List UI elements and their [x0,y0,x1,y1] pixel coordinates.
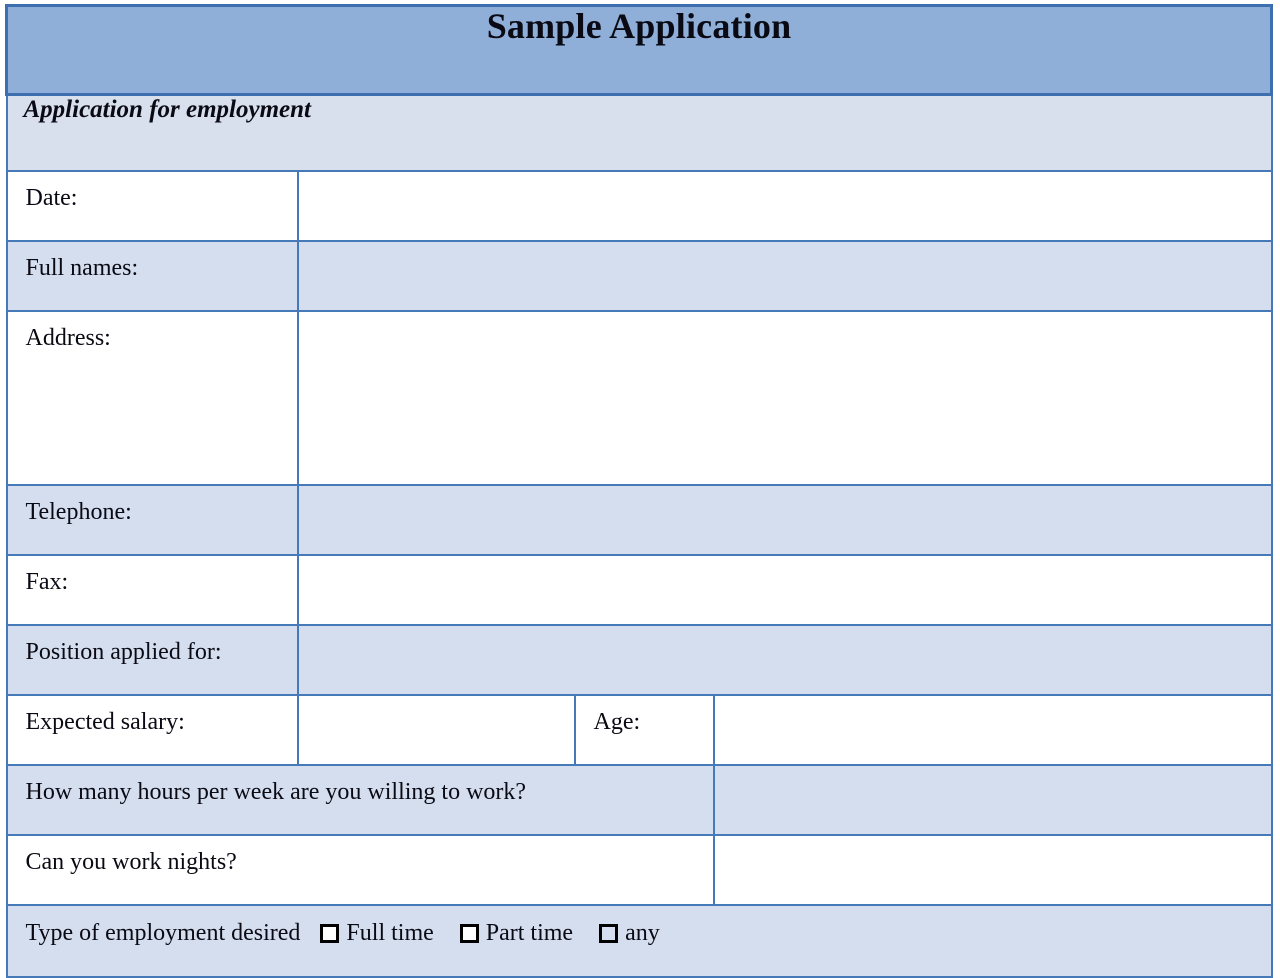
date-field[interactable] [296,170,1273,242]
table-row: Fax: [5,554,1273,626]
employment-type-row: Type of employment desired Full time Par… [8,906,1271,947]
employment-type-prompt: Type of employment desired [25,920,301,946]
checkbox-any[interactable] [599,924,619,943]
field-label-expected-salary: Expected salary: [25,709,185,735]
label-cell-expected-salary: Expected salary: [5,694,299,766]
table-row: Telephone: [5,484,1273,556]
table-row: How many hours per week are you willing … [5,764,1273,836]
field-label-fax: Fax: [25,569,69,595]
field-label-position: Position applied for: [25,639,222,665]
table-row: Expected salary: Age: [5,694,1273,766]
checkbox-label-full-time: Full time [346,920,434,946]
checkbox-part-time[interactable] [459,924,479,943]
label-cell-telephone: Telephone: [5,484,299,556]
work-nights-field[interactable] [712,834,1273,906]
expected-salary-field[interactable] [296,694,576,766]
label-cell-full-names: Full names: [5,240,299,312]
application-form-table: Sample Application Application for emplo… [4,4,1274,978]
form-subtitle: Application for employment [23,96,312,123]
field-label-work-nights: Can you work nights? [25,849,237,875]
label-cell-address: Address: [5,310,299,486]
checkbox-full-time[interactable] [320,924,340,943]
application-form-page: Sample Application Application for emplo… [0,0,1280,978]
label-cell-fax: Fax: [5,554,299,626]
telephone-field[interactable] [296,484,1273,556]
field-label-full-names: Full names: [25,255,139,281]
label-cell-work-nights: Can you work nights? [5,834,715,906]
table-row: Type of employment desired Full time Par… [5,904,1273,978]
form-subtitle-cell: Application for employment [5,93,1273,172]
label-cell-date: Date: [5,170,299,242]
position-field[interactable] [296,624,1273,696]
employment-type-cell: Type of employment desired Full time Par… [5,904,1273,978]
label-cell-position: Position applied for: [5,624,299,696]
address-field[interactable] [296,310,1273,486]
table-row: Date: [5,170,1273,242]
checkbox-label-part-time: Part time [485,920,574,946]
field-label-date: Date: [25,185,78,211]
form-title-cell: Sample Application [4,4,1274,96]
checkbox-label-any: any [625,920,660,946]
subtitle-row: Application for employment [5,93,1273,172]
fax-field[interactable] [296,554,1273,626]
hours-per-week-field[interactable] [712,764,1273,836]
table-row: Can you work nights? [5,834,1273,906]
title-row: Sample Application [4,4,1274,96]
table-row: Full names: [5,240,1273,312]
field-label-telephone: Telephone: [25,499,132,525]
label-cell-age: Age: [573,694,715,766]
label-cell-hours-per-week: How many hours per week are you willing … [5,764,715,836]
age-field[interactable] [712,694,1273,766]
field-label-hours-per-week: How many hours per week are you willing … [25,779,527,805]
table-row: Position applied for: [5,624,1273,696]
field-label-address: Address: [25,325,111,351]
field-label-age: Age: [593,709,641,735]
full-names-field[interactable] [296,240,1273,312]
page-title: Sample Application [486,6,792,46]
table-row: Address: [5,310,1273,486]
